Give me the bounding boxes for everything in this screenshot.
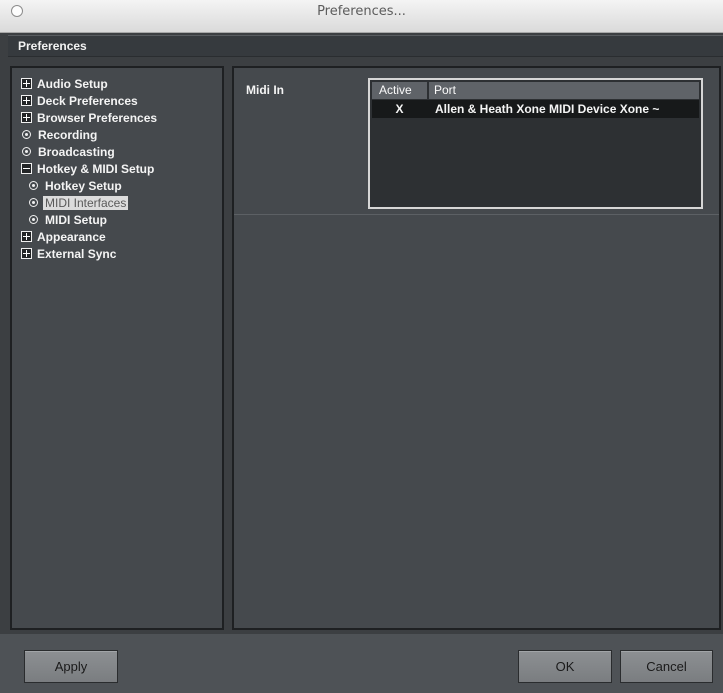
tree-item-appearance[interactable]: Appearance [21,228,108,245]
tree-item-label: Hotkey & MIDI Setup [37,161,155,176]
tree-item-label: Deck Preferences [37,93,138,108]
tree-item-label: MIDI Setup [45,212,107,227]
tree-item-label: MIDI Interfaces [43,195,129,210]
tree-item-midi-interfaces[interactable]: MIDI Interfaces [29,194,129,211]
expand-plus-icon[interactable] [21,248,32,259]
radio-dot-icon [29,198,38,207]
window-title: Preferences... [317,4,406,19]
tree-item-label: Browser Preferences [37,110,158,125]
header-title: Preferences [18,39,87,53]
tree-item-hotkey-midi-setup[interactable]: Hotkey & MIDI Setup [21,160,156,177]
tree-item-broadcasting[interactable]: Broadcasting [22,143,117,160]
tree-item-midi-setup[interactable]: MIDI Setup [29,211,109,228]
tree-item-label: External Sync [37,246,117,261]
button-bar: Apply OK Cancel [0,634,723,693]
midi-port-table[interactable]: Active Port X Allen & Heath Xone MIDI De… [368,78,703,209]
port-cell: Allen & Heath Xone MIDI Device Xone ~ [435,102,660,116]
settings-panel: Midi In Active Port X Allen & Heath Xone… [232,66,721,630]
ok-button[interactable]: OK [518,650,612,683]
tree-item-hotkey-setup[interactable]: Hotkey Setup [29,177,124,194]
expand-plus-icon[interactable] [21,95,32,106]
tree-item-label: Appearance [37,229,106,244]
midi-in-label: Midi In [246,83,284,97]
tree-item-browser-preferences[interactable]: Browser Preferences [21,109,159,126]
expand-plus-icon[interactable] [21,231,32,242]
tree-item-audio-setup[interactable]: Audio Setup [21,75,110,92]
preferences-tree: Audio Setup Deck Preferences Browser Pre… [10,66,224,630]
radio-dot-icon [29,181,38,190]
midi-in-section: Midi In Active Port X Allen & Heath Xone… [234,68,719,215]
tree-item-external-sync[interactable]: External Sync [21,245,118,262]
radio-dot-icon [22,130,31,139]
expand-plus-icon[interactable] [21,112,32,123]
tree-item-label: Broadcasting [38,144,115,159]
column-header-port[interactable]: Port [428,82,699,99]
column-header-active[interactable]: Active [372,82,427,99]
apply-button[interactable]: Apply [24,650,118,683]
window-titlebar: Preferences... [0,0,723,33]
tree-item-label: Recording [38,127,98,142]
cancel-button[interactable]: Cancel [620,650,713,683]
tree-item-recording[interactable]: Recording [22,126,99,143]
radio-dot-icon [22,147,31,156]
tree-item-label: Audio Setup [37,76,108,91]
table-row[interactable]: X Allen & Heath Xone MIDI Device Xone ~ [372,100,699,118]
radio-dot-icon [29,215,38,224]
active-cell[interactable]: X [372,100,427,118]
expand-plus-icon[interactable] [21,78,32,89]
collapse-minus-icon[interactable] [21,163,32,174]
tree-item-label: Hotkey Setup [45,178,122,193]
tree-item-deck-preferences[interactable]: Deck Preferences [21,92,140,109]
preferences-header: Preferences [8,35,723,57]
